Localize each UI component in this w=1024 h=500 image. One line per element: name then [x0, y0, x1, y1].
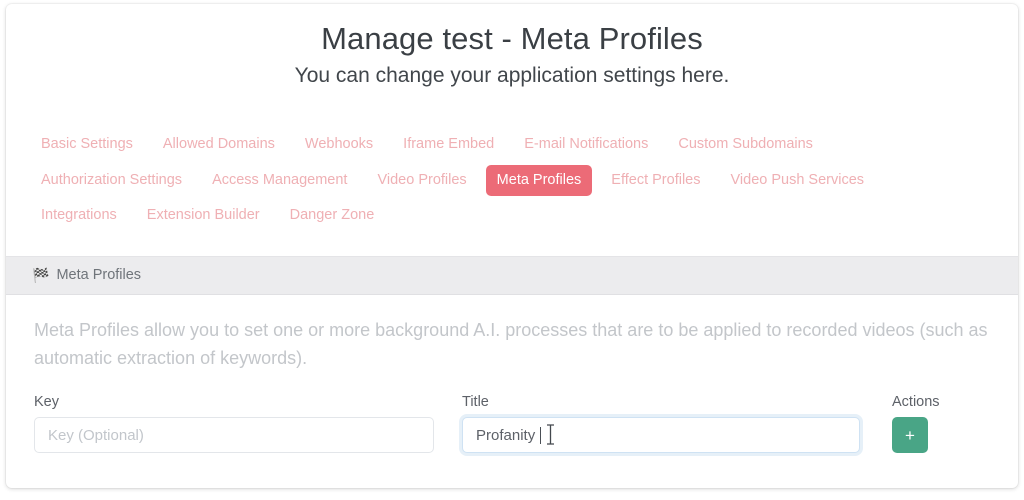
key-label: Key [34, 394, 59, 411]
tab-custom-subdomains[interactable]: Custom Subdomains [667, 129, 824, 160]
key-input[interactable] [34, 417, 434, 454]
tab-video-profiles[interactable]: Video Profiles [366, 165, 477, 196]
meta-profile-form-row: Key Title Actions [34, 394, 994, 454]
tab-access-management[interactable]: Access Management [201, 165, 358, 196]
title-field-group: Title [462, 394, 860, 454]
settings-tab-nav: Basic Settings Allowed Domains Webhooks … [6, 129, 1018, 235]
page-subtitle: You can change your application settings… [294, 64, 730, 88]
text-caret [540, 427, 541, 445]
tab-iframe-embed[interactable]: Iframe Embed [392, 129, 505, 160]
actions-label: Actions [892, 394, 940, 411]
tab-integrations[interactable]: Integrations [30, 200, 128, 231]
actions-field-group: Actions + [892, 394, 982, 454]
tab-email-notifications[interactable]: E-mail Notifications [513, 129, 659, 160]
title-input-wrap [462, 417, 860, 454]
title-input[interactable] [462, 417, 860, 454]
plus-icon: + [905, 425, 915, 445]
tab-authorization-settings[interactable]: Authorization Settings [30, 165, 193, 196]
page-header: Manage test - Meta Profiles You can chan… [6, 4, 1018, 89]
title-label: Title [462, 394, 489, 411]
page-title: Manage test - Meta Profiles [321, 21, 703, 56]
key-input-wrap [34, 417, 434, 454]
tab-extension-builder[interactable]: Extension Builder [136, 200, 271, 231]
panel-title: Meta Profiles [56, 267, 142, 284]
tab-video-push-services[interactable]: Video Push Services [720, 165, 876, 196]
tab-meta-profiles[interactable]: Meta Profiles [485, 164, 593, 197]
tab-webhooks[interactable]: Webhooks [294, 129, 384, 160]
tab-danger-zone[interactable]: Danger Zone [279, 200, 386, 231]
meta-profiles-panel: 🏁 Meta Profiles Meta Profiles allow you … [6, 255, 1018, 454]
panel-description: Meta Profiles allow you to set one or mo… [34, 319, 988, 368]
checkered-flag-icon: 🏁 [32, 267, 50, 284]
add-meta-profile-button[interactable]: + [892, 417, 928, 454]
panel-body: Meta Profiles allow you to set one or mo… [6, 294, 1018, 454]
tab-allowed-domains[interactable]: Allowed Domains [152, 129, 286, 160]
key-field-group: Key [34, 394, 434, 454]
tab-effect-profiles[interactable]: Effect Profiles [600, 165, 711, 196]
settings-card: Manage test - Meta Profiles You can chan… [6, 4, 1018, 488]
tab-basic-settings[interactable]: Basic Settings [30, 129, 144, 160]
panel-header: 🏁 Meta Profiles [6, 256, 1018, 295]
